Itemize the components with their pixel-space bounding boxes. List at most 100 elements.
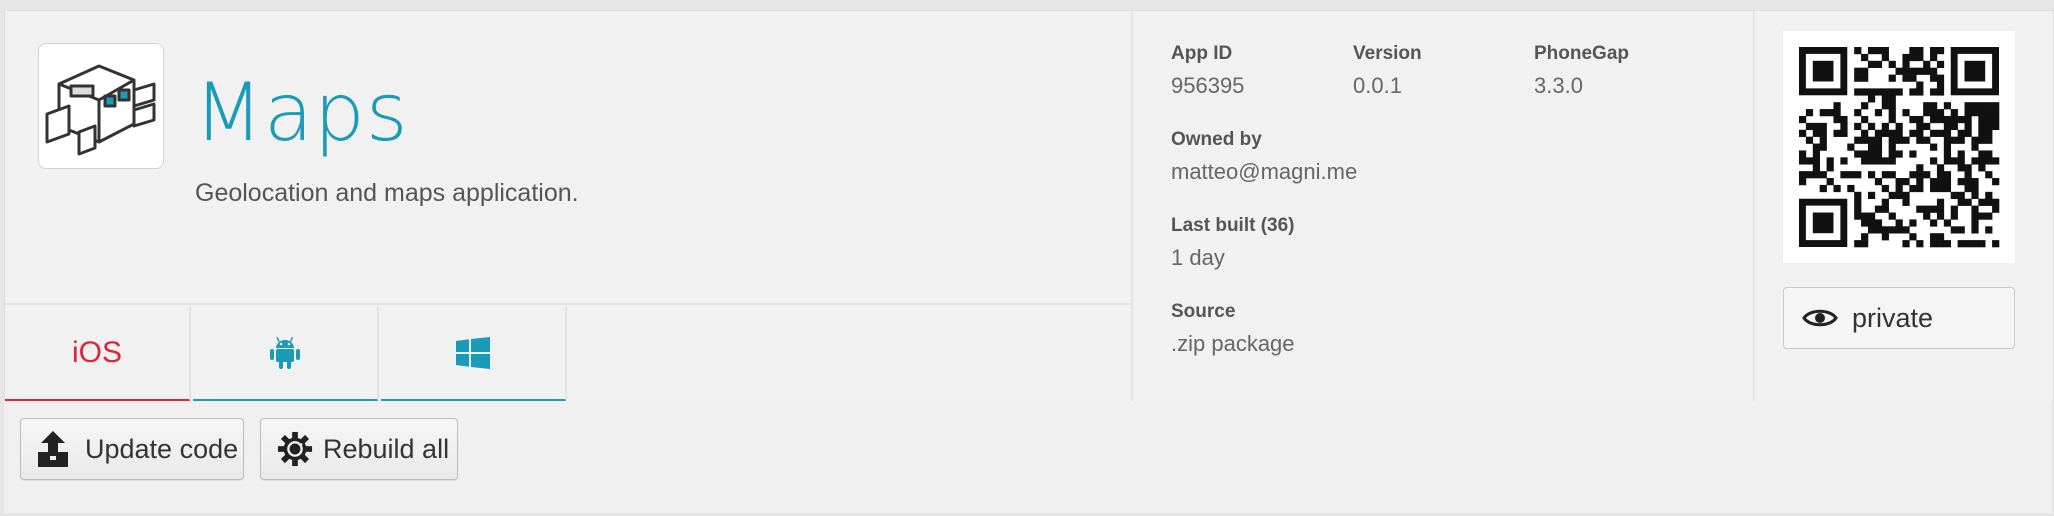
qr-module (1902, 240, 1910, 248)
qr-module (1971, 219, 1979, 227)
qr-module (1930, 102, 1938, 110)
qr-module (1833, 109, 1841, 117)
qr-module (1833, 184, 1841, 193)
qr-module (1950, 191, 1958, 200)
tab-ios-label: iOS (71, 336, 122, 369)
qr-module (1854, 109, 1862, 117)
source-value: .zip package (1171, 331, 1295, 356)
qr-module (1964, 164, 1972, 172)
qr-module (1992, 122, 2000, 131)
qr-module (1867, 157, 1876, 165)
qr-module (1978, 122, 1986, 131)
qr-module (1923, 136, 1931, 144)
qr-module (1854, 240, 1862, 248)
qr-module (1805, 136, 1814, 144)
app-description: Geolocation and maps application. (195, 179, 579, 207)
qr-module (1930, 74, 1938, 82)
qr-module (1964, 129, 1972, 137)
qr-module (1895, 191, 1903, 200)
qr-module (1930, 157, 1938, 165)
qr-module (1805, 157, 1814, 165)
qr-module (1812, 122, 1820, 131)
version-value: 0.0.1 (1353, 73, 1402, 98)
qr-module (1861, 219, 1869, 227)
qr-module (1923, 60, 1931, 68)
qr-module (1902, 226, 1910, 234)
qr-module (1930, 67, 1938, 75)
qr-module (1971, 205, 1979, 213)
qr-module (1895, 178, 1903, 186)
qr-module (1936, 60, 1945, 68)
qr-module (1902, 74, 1910, 82)
qr-module (1916, 205, 1924, 213)
qr-module (1854, 136, 1862, 144)
qr-module (1936, 184, 1945, 193)
qr-module (1819, 136, 1827, 144)
qr-module (1964, 171, 1972, 179)
qr-module (1936, 178, 1945, 186)
qr-module (1957, 198, 1965, 206)
qr-module (1992, 109, 2000, 117)
qr-module (1819, 109, 1827, 117)
qr-module (1992, 205, 2000, 213)
qr-module (1909, 88, 1917, 96)
tab-windows[interactable] (381, 307, 567, 403)
qr-module (1854, 198, 1862, 206)
qr-module (1985, 171, 1993, 179)
qr-module (1971, 143, 1979, 151)
qr-module (1847, 184, 1855, 193)
qr-module (1916, 240, 1924, 248)
qr-module (1992, 115, 2000, 124)
app-id-label: App ID (1171, 43, 1233, 64)
qr-module (1964, 198, 1972, 206)
privacy-toggle-button[interactable]: private (1783, 287, 2015, 349)
qr-module (1826, 178, 1834, 186)
qr-code (1783, 31, 2015, 263)
qr-module (1888, 60, 1896, 68)
qr-module (1943, 143, 1952, 151)
tab-android[interactable] (193, 307, 379, 403)
qr-module (1916, 129, 1924, 137)
qr-module (1833, 102, 1841, 110)
qr-module (1867, 143, 1876, 151)
qr-module (1819, 129, 1827, 137)
qr-module (1895, 226, 1903, 234)
qr-module (1799, 129, 1807, 137)
qr-module (1930, 115, 1938, 124)
tab-ios[interactable]: iOS (5, 307, 191, 403)
qr-module (1943, 150, 1952, 158)
qr-module (1812, 171, 1820, 179)
qr-module (1881, 95, 1889, 103)
qr-module (1950, 212, 1958, 220)
qr-module (1881, 47, 1889, 55)
qr-module (1978, 109, 1986, 117)
qr-module (1909, 219, 1917, 227)
qr-module (1916, 164, 1924, 172)
qr-module (1943, 136, 1952, 144)
qr-module (1874, 205, 1883, 213)
qr-module (1916, 81, 1924, 89)
qr-module (1943, 129, 1952, 137)
qr-module (1992, 178, 2000, 186)
update-code-button[interactable]: Update code (20, 418, 244, 480)
qr-module (1895, 67, 1903, 75)
qr-module (1881, 129, 1889, 137)
qr-module (1971, 178, 1979, 186)
gear-refresh-icon (277, 431, 313, 467)
qr-module (1936, 129, 1945, 137)
qr-module (1902, 109, 1910, 117)
rebuild-all-label: Rebuild all (323, 433, 450, 464)
qr-module (1854, 205, 1862, 213)
qr-module (1881, 171, 1889, 179)
qr-module (1826, 157, 1834, 165)
eye-icon (1802, 309, 1838, 327)
qr-module (1881, 88, 1889, 96)
rebuild-all-button[interactable]: Rebuild all (260, 418, 458, 480)
qr-module (1943, 171, 1952, 179)
qr-module (1985, 102, 1993, 110)
qr-module (1936, 115, 1945, 124)
qr-module (1874, 226, 1883, 234)
qr-module (1930, 240, 1938, 248)
qr-module (1874, 157, 1883, 165)
qr-module (1874, 178, 1883, 186)
